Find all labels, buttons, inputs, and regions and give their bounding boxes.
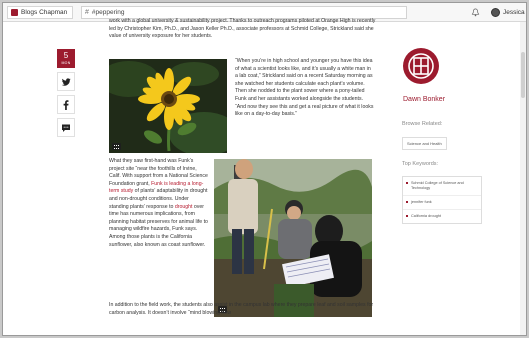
quote-paragraph: “When you’re in high school and younger … bbox=[235, 58, 374, 118]
facebook-share-button[interactable] bbox=[57, 95, 75, 114]
students-image bbox=[214, 159, 372, 317]
browser-tab[interactable]: Blogs Chapman bbox=[7, 6, 73, 19]
date-badge: 5 MON bbox=[57, 49, 75, 68]
sunflower-image bbox=[109, 59, 227, 153]
hash-icon: # bbox=[85, 9, 89, 16]
research-text-end: over time has numerous implications, fro… bbox=[109, 203, 208, 248]
keyword-item[interactable]: California drought bbox=[403, 210, 481, 223]
chapman-logo[interactable] bbox=[403, 48, 439, 84]
browser-window: Blogs Chapman # #peppering Jessica 5 MON bbox=[2, 2, 527, 336]
facebook-icon bbox=[63, 99, 69, 110]
drought-link[interactable]: drought bbox=[175, 204, 193, 210]
bell-icon[interactable] bbox=[471, 8, 480, 17]
tab-favicon-icon bbox=[11, 9, 18, 16]
comment-button[interactable] bbox=[57, 118, 75, 137]
twitter-icon bbox=[61, 77, 71, 86]
comment-icon bbox=[62, 124, 70, 132]
date-day: 5 bbox=[63, 51, 69, 60]
author-name[interactable]: Dawn Bonker bbox=[403, 96, 445, 103]
keyword-list: Schmid College of Science and Technology… bbox=[402, 176, 482, 224]
date-month: MON bbox=[61, 61, 71, 65]
research-paragraph: What they saw first-hand was Funk’s proj… bbox=[109, 158, 209, 249]
user-name[interactable]: Jessica bbox=[503, 9, 525, 16]
caption-toggle-icon[interactable] bbox=[112, 143, 121, 150]
intro-paragraph: work with a global university & sustaina… bbox=[109, 18, 376, 40]
keyword-item[interactable]: Schmid College of Science and Technology bbox=[403, 177, 481, 196]
tab-label: Blogs Chapman bbox=[21, 9, 68, 16]
avatar[interactable] bbox=[491, 8, 500, 17]
sunflower-photo bbox=[109, 59, 227, 153]
browse-related-heading: Browse Related: bbox=[402, 121, 443, 127]
chapman-logo-mark bbox=[404, 49, 438, 83]
scrollbar-thumb[interactable] bbox=[521, 52, 525, 98]
students-photo bbox=[214, 159, 372, 317]
page-scrollbar[interactable] bbox=[520, 22, 526, 335]
address-text: #peppering bbox=[91, 9, 125, 16]
top-keywords-heading: Top Keywords: bbox=[402, 161, 439, 167]
twitter-share-button[interactable] bbox=[57, 72, 75, 91]
share-bar: 5 MON bbox=[57, 49, 75, 137]
keyword-item[interactable]: jennifer funk bbox=[403, 196, 481, 210]
related-tag[interactable]: Science and Health bbox=[402, 137, 447, 150]
lab-paragraph: In addition to the field work, the stude… bbox=[109, 302, 374, 316]
